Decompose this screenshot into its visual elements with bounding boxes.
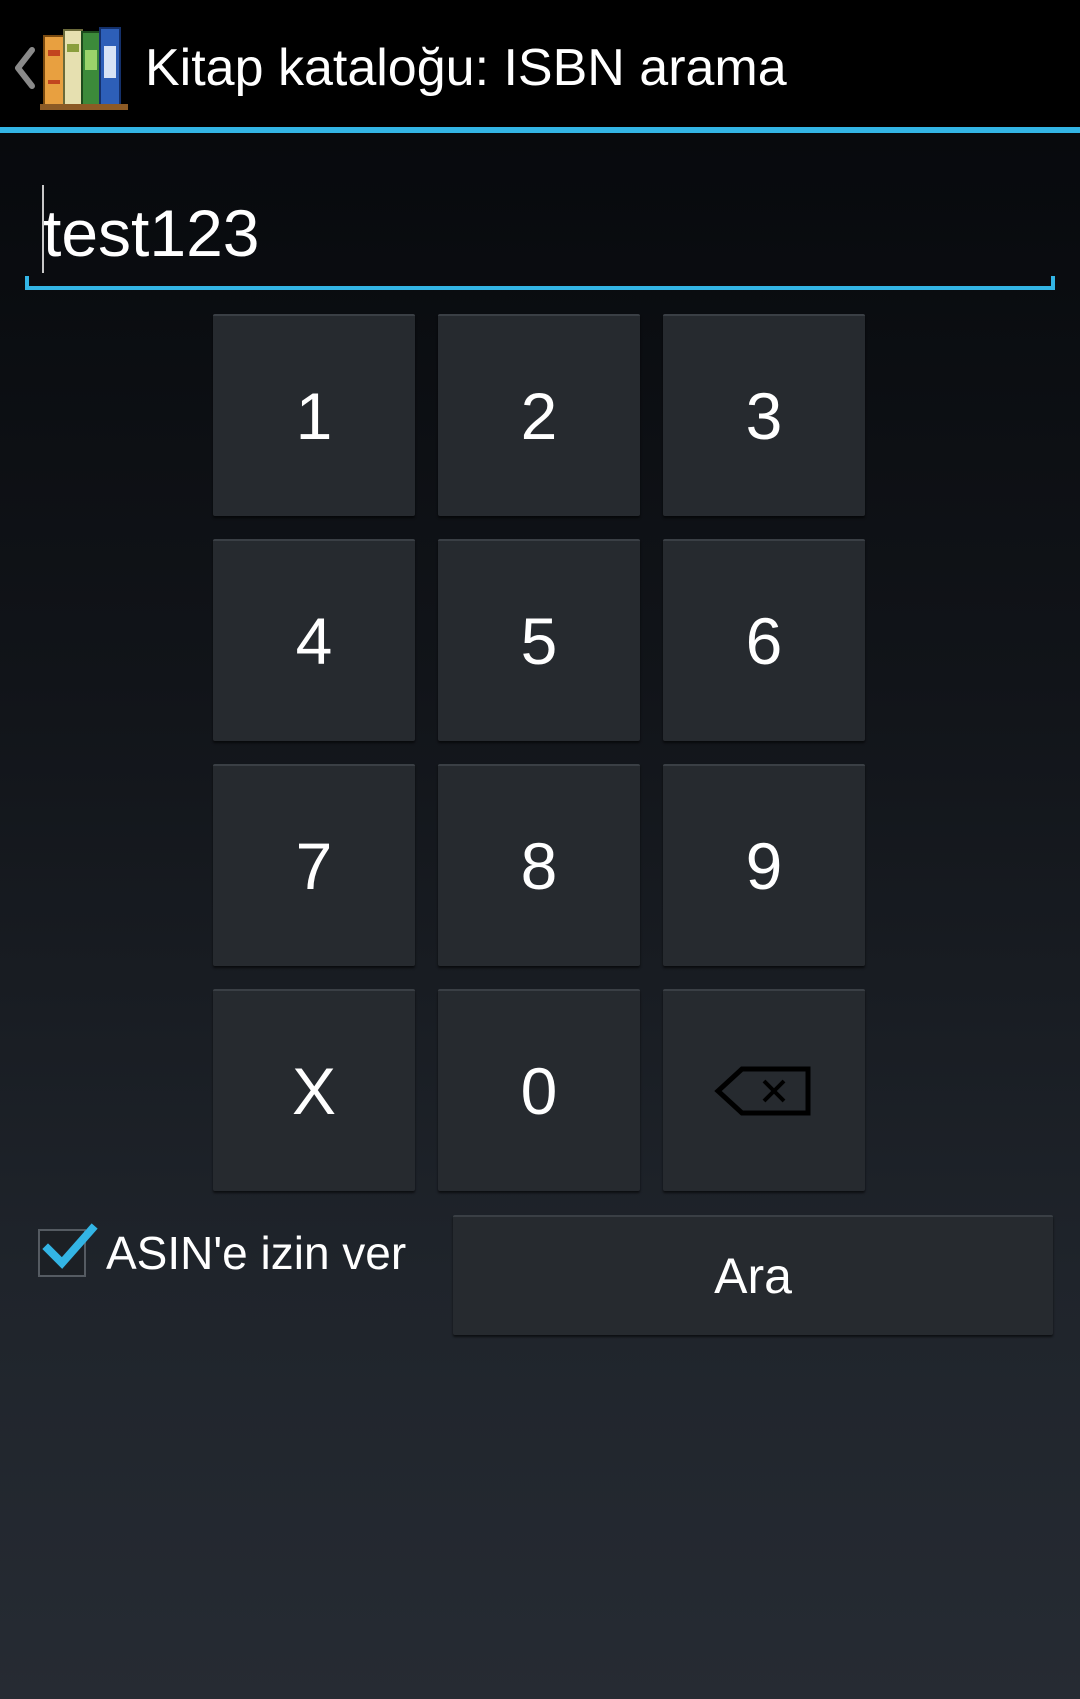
page-title: Kitap kataloğu: ISBN arama: [145, 39, 787, 97]
books-icon[interactable]: [40, 20, 130, 112]
key-1[interactable]: 1: [213, 314, 415, 516]
chevron-left-icon[interactable]: [10, 38, 40, 98]
key-5[interactable]: 5: [438, 539, 640, 741]
key-9[interactable]: 9: [663, 764, 865, 966]
asin-checkbox-label: ASIN'e izin ver: [106, 1227, 407, 1279]
key-2[interactable]: 2: [438, 314, 640, 516]
key-x[interactable]: X: [213, 989, 415, 1191]
search-button[interactable]: Ara: [453, 1215, 1053, 1335]
backspace-icon: [714, 1066, 811, 1116]
key-7[interactable]: 7: [213, 764, 415, 966]
checkmark-icon: [42, 1223, 98, 1269]
asin-checkbox[interactable]: [38, 1223, 98, 1277]
key-0[interactable]: 0: [438, 989, 640, 1191]
numeric-keypad: 1 2 3 4 5 6 7 8 9 X 0: [213, 314, 866, 1191]
isbn-input[interactable]: test123: [25, 175, 1055, 290]
key-6[interactable]: 6: [663, 539, 865, 741]
input-underline: [25, 276, 1055, 290]
backspace-key[interactable]: [663, 989, 865, 1191]
action-bar: Kitap kataloğu: ISBN arama: [0, 0, 1080, 133]
isbn-input-value: test123: [43, 196, 260, 270]
key-8[interactable]: 8: [438, 764, 640, 966]
asin-option[interactable]: ASIN'e izin ver: [38, 1222, 406, 1284]
key-3[interactable]: 3: [663, 314, 865, 516]
key-4[interactable]: 4: [213, 539, 415, 741]
